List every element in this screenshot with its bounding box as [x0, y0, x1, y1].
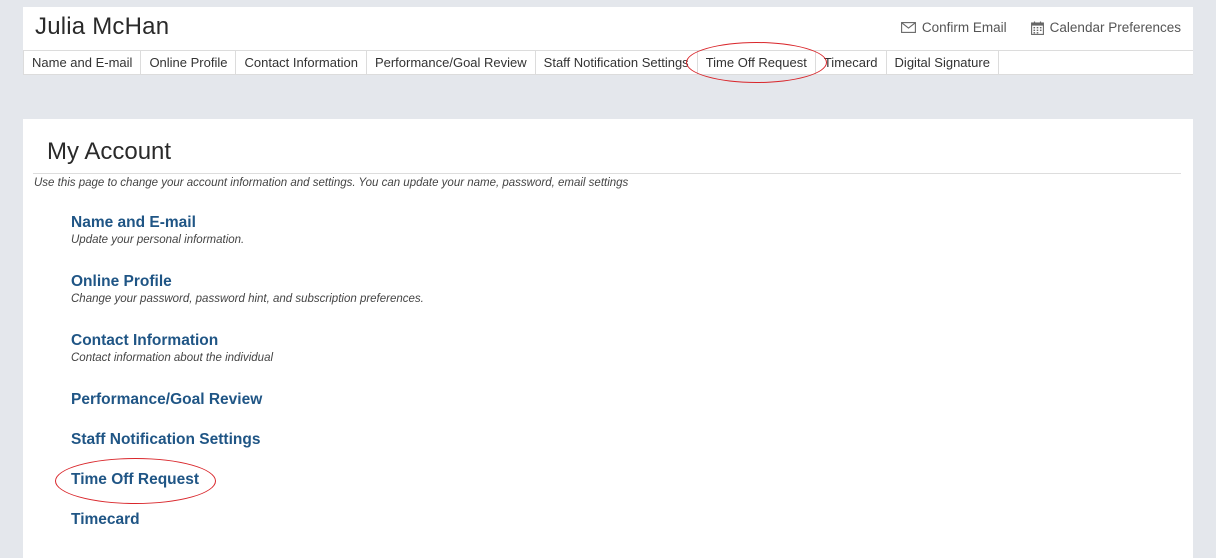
envelope-icon — [900, 22, 916, 33]
title-divider — [33, 173, 1181, 174]
account-menu-list: Name and E-mail Update your personal inf… — [71, 213, 424, 540]
online-profile-link[interactable]: Online Profile — [71, 272, 172, 292]
online-profile-description: Change your password, password hint, and… — [71, 293, 424, 305]
menu-entry-staff-notification-settings: Staff Notification Settings — [71, 430, 424, 470]
calendar-icon — [1030, 21, 1044, 35]
account-header: Julia McHan Confirm Email Calendar Prefe… — [23, 7, 1193, 75]
tab-timecard[interactable]: Timecard — [816, 51, 887, 74]
header-actions: Confirm Email Calendar Preferences — [900, 20, 1181, 35]
confirm-email-button[interactable]: Confirm Email — [900, 20, 1007, 35]
contact-information-link[interactable]: Contact Information — [71, 331, 218, 351]
user-name: Julia McHan — [35, 13, 170, 40]
tab-digital-signature[interactable]: Digital Signature — [887, 51, 999, 74]
menu-entry-time-off-request: Time Off Request — [71, 470, 424, 510]
staff-notification-settings-link[interactable]: Staff Notification Settings — [71, 430, 260, 450]
menu-entry-name-and-email: Name and E-mail Update your personal inf… — [71, 213, 424, 272]
performance-goal-review-link[interactable]: Performance/Goal Review — [71, 390, 262, 410]
timecard-link[interactable]: Timecard — [71, 510, 140, 530]
my-account-panel: My Account Use this page to change your … — [23, 119, 1193, 558]
calendar-preferences-label: Calendar Preferences — [1049, 20, 1181, 35]
calendar-preferences-button[interactable]: Calendar Preferences — [1030, 20, 1181, 35]
tab-online-profile[interactable]: Online Profile — [141, 51, 237, 74]
menu-entry-performance-goal-review: Performance/Goal Review — [71, 390, 424, 430]
tab-staff-notification-settings[interactable]: Staff Notification Settings — [536, 51, 698, 74]
account-tab-bar: Name and E-mail Online Profile Contact I… — [23, 50, 1193, 75]
menu-entry-online-profile: Online Profile Change your password, pas… — [71, 272, 424, 331]
tab-name-and-email[interactable]: Name and E-mail — [23, 51, 142, 74]
name-and-email-link[interactable]: Name and E-mail — [71, 213, 196, 233]
tab-performance-goal-review[interactable]: Performance/Goal Review — [367, 51, 536, 74]
menu-entry-timecard: Timecard — [71, 510, 424, 540]
page-title: My Account — [47, 138, 172, 165]
page-description: Use this page to change your account inf… — [34, 177, 629, 189]
confirm-email-label: Confirm Email — [921, 20, 1007, 35]
tab-contact-information[interactable]: Contact Information — [236, 51, 367, 74]
contact-information-description: Contact information about the individual — [71, 352, 274, 364]
tab-time-off-request[interactable]: Time Off Request — [698, 51, 816, 74]
name-and-email-description: Update your personal information. — [71, 234, 245, 246]
time-off-request-link[interactable]: Time Off Request — [71, 470, 199, 490]
menu-entry-contact-information: Contact Information Contact information … — [71, 331, 424, 390]
